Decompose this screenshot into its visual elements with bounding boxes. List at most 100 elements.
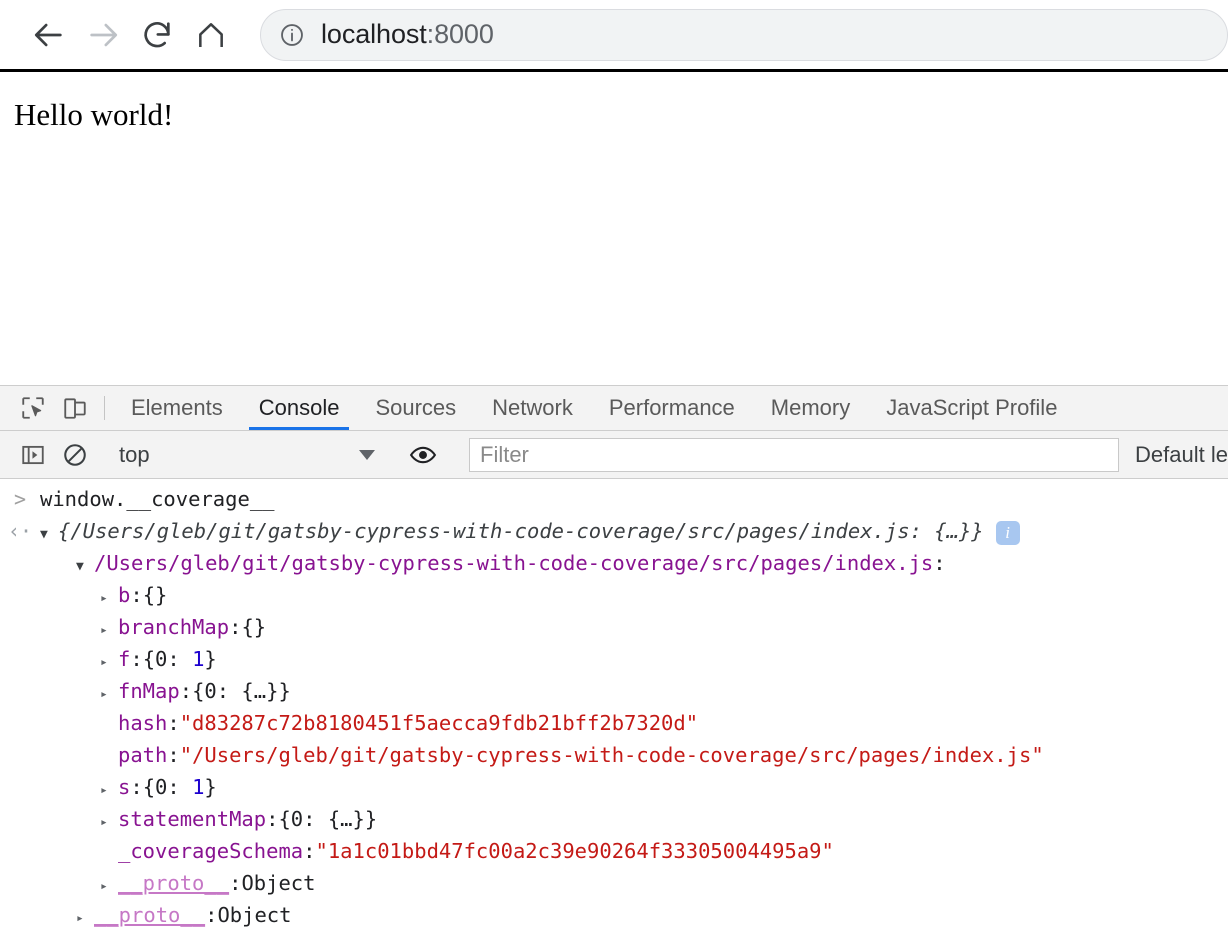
forward-icon[interactable] xyxy=(76,8,130,62)
expand-toggle-icon[interactable]: ▸ xyxy=(100,807,118,839)
object-property-row[interactable]: ▸ __proto__: Object xyxy=(0,867,1228,899)
colon: : xyxy=(229,615,242,639)
colon: : xyxy=(179,679,193,703)
tab-performance[interactable]: Performance xyxy=(591,386,753,430)
tab-label: Performance xyxy=(608,395,735,420)
property-name: _coverageSchema xyxy=(118,839,304,863)
expand-toggle-icon[interactable]: ▸ xyxy=(100,679,118,711)
console-input-row[interactable]: > window.__coverage__ xyxy=(0,480,1228,515)
expand-toggle-icon[interactable]: ▸ xyxy=(100,647,118,679)
colon: : xyxy=(167,711,180,735)
chevron-down-icon[interactable] xyxy=(359,449,375,460)
tab-javascript-profiler[interactable]: JavaScript Profile xyxy=(868,386,1075,430)
url-host: localhost xyxy=(321,19,427,49)
object-key-row[interactable]: ▼ /Users/gleb/git/gatsby-cypress-with-co… xyxy=(0,547,1228,579)
inspect-element-icon[interactable] xyxy=(12,386,54,430)
property-value: Object xyxy=(217,903,292,927)
numeric-literal: 1 xyxy=(192,647,205,671)
colon: : xyxy=(167,743,180,767)
tab-console[interactable]: Console xyxy=(241,386,358,430)
tab-label: JavaScript Profile xyxy=(886,395,1058,420)
tab-label: Console xyxy=(258,395,340,420)
expand-toggle-icon[interactable]: ▸ xyxy=(76,903,94,935)
object-property-row[interactable]: ▸ fnMap: {0: {…}} xyxy=(0,675,1228,707)
tab-label: Network xyxy=(492,395,573,420)
property-value: "/Users/gleb/git/gatsby-cypress-with-cod… xyxy=(179,743,1044,767)
toolbar-divider xyxy=(104,396,105,420)
log-levels-dropdown[interactable]: Default le xyxy=(1125,442,1228,468)
info-badge[interactable]: i xyxy=(995,521,1020,545)
url-port: :8000 xyxy=(426,19,494,49)
tab-elements[interactable]: Elements xyxy=(113,386,241,430)
execution-context-dropdown[interactable]: top xyxy=(113,442,385,468)
filter-input[interactable]: Filter xyxy=(469,437,1120,472)
object-property-row[interactable]: ▸ b: {} xyxy=(0,579,1228,611)
expand-toggle-icon[interactable]: ▼ xyxy=(40,519,58,551)
expand-toggle-icon[interactable]: ▼ xyxy=(76,551,94,583)
clear-console-icon[interactable] xyxy=(54,442,96,468)
colon: : xyxy=(303,839,316,863)
object-properties: ▸ b: {} ▸ branchMap: {} ▸ f: {0: 1} ▸ fnMap: {0… xyxy=(0,579,1228,931)
home-icon[interactable] xyxy=(184,8,238,62)
colon: : xyxy=(205,903,218,927)
result-arrow-icon: ‹· xyxy=(7,519,33,543)
browser-window: localhost:8000 Hello world! Elements Con… xyxy=(0,0,1228,946)
property-value: {} xyxy=(241,615,267,639)
colon: : xyxy=(229,871,242,895)
prompt-icon: > xyxy=(13,487,27,511)
property-value: {0: 1} xyxy=(142,775,217,799)
object-property-row[interactable]: ▸ statementMap: {0: {…}} xyxy=(0,803,1228,835)
site-info-icon[interactable] xyxy=(279,22,305,48)
browser-toolbar: localhost:8000 xyxy=(0,0,1228,72)
back-icon[interactable] xyxy=(22,8,76,62)
device-toolbar-icon[interactable] xyxy=(54,386,96,430)
property-name: path xyxy=(118,743,168,767)
address-bar[interactable]: localhost:8000 xyxy=(260,8,1228,61)
property-name: s xyxy=(118,775,131,799)
object-property-row[interactable]: ▸ __proto__: Object xyxy=(0,899,1228,931)
property-name: statementMap xyxy=(118,807,267,831)
property-value: {0: 1} xyxy=(142,647,217,671)
tab-label: Sources xyxy=(375,395,457,420)
filter-placeholder: Filter xyxy=(480,441,529,467)
property-name: fnMap xyxy=(118,679,180,703)
property-name: hash xyxy=(118,711,168,735)
object-property-row[interactable]: hash: "d83287c72b8180451f5aecca9fdb21bff… xyxy=(0,707,1228,739)
console-sidebar-icon[interactable] xyxy=(12,442,54,468)
tab-sources[interactable]: Sources xyxy=(357,386,474,430)
colon: : xyxy=(130,775,143,799)
colon: : xyxy=(266,807,279,831)
console-result-row[interactable]: ‹· ▼ {/Users/gleb/git/gatsby-cypress-wit… xyxy=(0,515,1228,547)
object-property-row[interactable]: ▸ f: {0: 1} xyxy=(0,643,1228,675)
expand-toggle-icon[interactable]: ▸ xyxy=(100,583,118,615)
expand-toggle-icon[interactable]: ▸ xyxy=(100,615,118,647)
tab-memory[interactable]: Memory xyxy=(753,386,868,430)
property-name: __proto__ xyxy=(94,903,206,927)
numeric-literal: 1 xyxy=(192,775,205,799)
object-property-row[interactable]: _coverageSchema: "1a1c01bbd47fc00a2c39e9… xyxy=(0,835,1228,867)
colon: : xyxy=(130,647,143,671)
console-output[interactable]: > window.__coverage__ ‹· ▼ {/Users/gleb/… xyxy=(0,480,1228,946)
execution-context-value: top xyxy=(119,441,150,467)
property-value: "d83287c72b8180451f5aecca9fdb21bff2b7320… xyxy=(179,711,699,735)
console-input-expression: window.__coverage__ xyxy=(40,487,275,511)
address-bar-text[interactable]: localhost:8000 xyxy=(321,19,494,50)
object-property-row[interactable]: ▸ branchMap: {} xyxy=(0,611,1228,643)
object-property-row[interactable]: path: "/Users/gleb/git/gatsby-cypress-wi… xyxy=(0,739,1228,771)
property-name: branchMap xyxy=(118,615,230,639)
property-name: __proto__ xyxy=(118,871,230,895)
console-toolbar: top Filter Default le xyxy=(0,431,1228,479)
tab-network[interactable]: Network xyxy=(474,386,591,430)
reload-icon[interactable] xyxy=(130,8,184,62)
property-value: "1a1c01bbd47fc00a2c39e90264f33305004495a… xyxy=(315,839,834,863)
live-expression-icon[interactable] xyxy=(402,441,444,469)
property-value: {} xyxy=(142,583,168,607)
expand-toggle-icon[interactable]: ▸ xyxy=(100,775,118,807)
property-value: {0: {…}} xyxy=(192,679,291,703)
page-viewport: Hello world! xyxy=(0,72,1228,385)
tab-label: Elements xyxy=(131,395,223,420)
object-property-row[interactable]: ▸ s: {0: 1} xyxy=(0,771,1228,803)
property-name: f xyxy=(118,647,131,671)
property-value: Object xyxy=(241,871,316,895)
devtools-tabbar: Elements Console Sources Network Perform… xyxy=(0,386,1228,431)
